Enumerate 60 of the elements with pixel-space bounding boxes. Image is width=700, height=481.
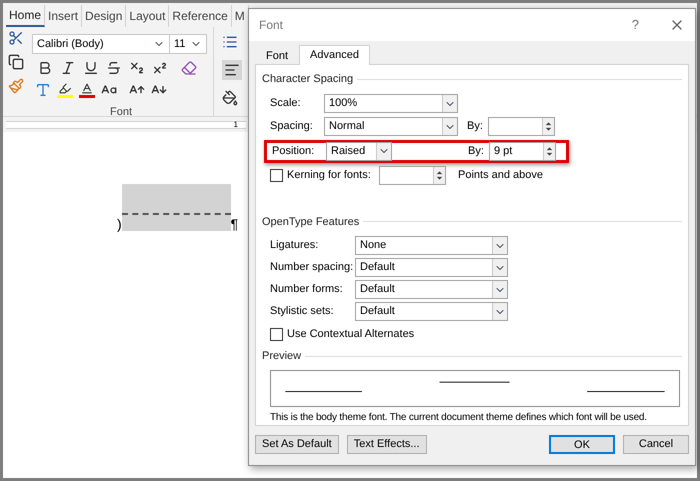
units-label: Points and above — [458, 168, 544, 184]
underline-icon[interactable] — [83, 60, 99, 76]
font-name-field[interactable]: Calibri (Body) — [32, 34, 170, 54]
checkbox[interactable] — [270, 328, 283, 340]
document-text: ) — [117, 217, 122, 231]
checkbox-label: Kerning for fonts: — [287, 168, 372, 184]
cut-icon[interactable] — [8, 30, 24, 46]
section-heading: Character Spacing — [262, 72, 354, 87]
group-label: Font — [110, 105, 132, 120]
clear-formatting-icon[interactable] — [181, 60, 197, 76]
font-color-icon[interactable] — [79, 82, 95, 98]
dropdown[interactable]: 100% — [324, 94, 458, 113]
section-heading: OpenType Features — [262, 214, 360, 230]
bullets-icon[interactable] — [222, 34, 238, 50]
preview-description: This is the body theme font. The current document theme defines which font will be used. — [270, 411, 648, 425]
format-painter-icon[interactable] — [8, 78, 24, 94]
dropdown[interactable]: Default — [355, 280, 508, 299]
spinner-arrows-icon — [543, 142, 555, 160]
dialog-button[interactable]: Set As Default — [255, 435, 339, 454]
spin-field[interactable] — [379, 166, 446, 185]
field-label: Stylistic sets: — [270, 304, 335, 320]
font-size-field[interactable]: 11 — [170, 34, 207, 54]
spinner-arrows-icon — [433, 167, 445, 184]
dialog-button[interactable]: Cancel — [623, 435, 689, 454]
field-label: By: — [468, 144, 485, 159]
ruler-number: 1 — [234, 120, 238, 128]
copy-icon[interactable] — [8, 54, 24, 70]
section-heading: Preview — [262, 349, 302, 364]
spin-field[interactable] — [488, 117, 555, 136]
dropdown[interactable]: Normal — [324, 117, 458, 136]
highlighter-icon[interactable] — [57, 82, 73, 98]
checkbox-label: Use Contextual Alternates — [287, 326, 414, 342]
dropdown[interactable]: Raised — [326, 142, 392, 160]
spin-field[interactable]: 9 pt — [489, 142, 556, 160]
dialog-tab[interactable]: Advanced — [299, 45, 370, 65]
dialog-button[interactable]: Text Effects... — [346, 435, 427, 454]
field-label: Spacing: — [270, 119, 314, 134]
field-label: By: — [467, 119, 484, 134]
superscript-icon[interactable] — [152, 60, 168, 76]
italic-icon[interactable] — [60, 60, 76, 76]
field-label: Number forms: — [270, 282, 344, 298]
dropdown[interactable]: Default — [355, 302, 508, 321]
field-label: Ligatures: — [270, 238, 320, 254]
dialog-tab[interactable]: Font — [255, 47, 300, 64]
field-label: Scale: — [270, 96, 302, 112]
checkbox[interactable] — [270, 169, 283, 182]
shading-icon[interactable] — [222, 90, 238, 106]
dropdown[interactable]: Default — [355, 258, 508, 277]
paragraph-mark: ¶ — [230, 217, 238, 231]
spinner-arrows-icon — [542, 118, 554, 135]
text-effects-icon[interactable] — [35, 82, 51, 98]
align-left-icon[interactable] — [222, 60, 242, 80]
field-label: Position: — [272, 144, 316, 159]
dropdown[interactable]: None — [355, 236, 508, 255]
subscript-icon[interactable] — [129, 60, 145, 76]
strikethrough-icon[interactable] — [106, 60, 122, 76]
dialog-button[interactable]: OK — [549, 435, 615, 454]
dialog-title: Font — [259, 17, 284, 34]
help-button[interactable]: ? — [632, 15, 639, 35]
field-label: Number spacing: — [270, 260, 354, 276]
